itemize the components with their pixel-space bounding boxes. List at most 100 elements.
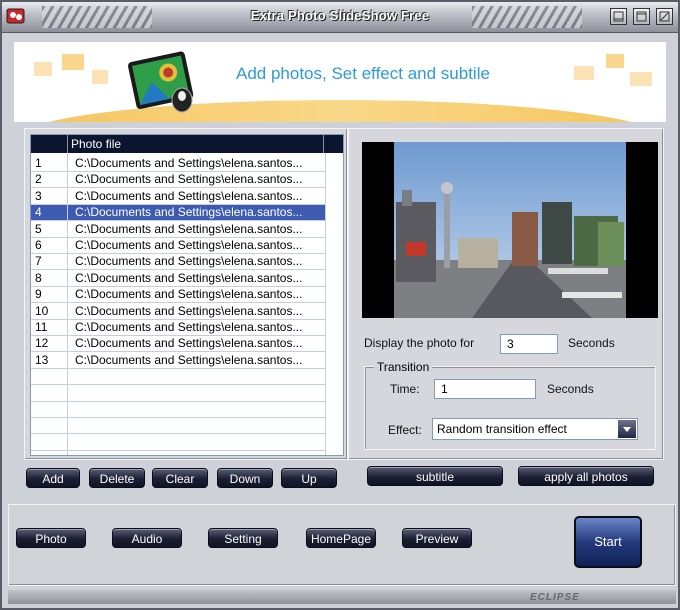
table-row[interactable]: 1 C:\Documents and Settings\elena.santos.…	[31, 155, 343, 171]
row-file-path: C:\Documents and Settings\elena.santos..…	[75, 205, 303, 220]
row-file-path: C:\Documents and Settings\elena.santos..…	[75, 320, 303, 334]
grid-line	[31, 203, 343, 205]
table-row[interactable]: 7 C:\Documents and Settings\elena.santos.…	[31, 253, 343, 269]
add-button-label: Add	[42, 472, 64, 486]
grid-line	[31, 302, 343, 304]
row-number: 1	[35, 156, 42, 170]
banner-headline: Add photos, Set effect and subtile	[236, 64, 490, 83]
banner-decor	[630, 72, 652, 86]
subtitle-button-label: subtitle	[415, 470, 455, 484]
row-number: 11	[35, 320, 48, 334]
photo-logo-icon	[127, 51, 194, 113]
transition-legend: Transition	[374, 360, 433, 374]
table-row[interactable]: 2 C:\Documents and Settings\elena.santos.…	[31, 171, 343, 187]
up-button-label: Up	[301, 472, 317, 486]
grid-line	[31, 236, 343, 238]
grid-line	[31, 220, 343, 222]
apply-all-photos-button[interactable]: apply all photos	[518, 466, 654, 486]
down-button[interactable]: Down	[217, 468, 273, 488]
banner-swoosh	[14, 100, 666, 122]
maximize-button[interactable]	[633, 8, 650, 25]
start-button-label: Start	[594, 534, 622, 549]
grid-line	[31, 253, 343, 254]
preview-image	[362, 142, 658, 318]
effect-select[interactable]: Random transition effect	[432, 418, 638, 440]
start-button[interactable]: Start	[574, 516, 642, 568]
setting-nav-label: Setting	[224, 532, 262, 546]
apply-all-photos-label: apply all photos	[544, 470, 628, 484]
grid-line	[31, 187, 343, 189]
add-button[interactable]: Add	[26, 468, 80, 488]
row-file-path: C:\Documents and Settings\elena.santos..…	[75, 254, 303, 269]
time-input[interactable]: 1	[434, 379, 536, 399]
table-row[interactable]: 9 C:\Documents and Settings\elena.santos.…	[31, 286, 343, 302]
audio-nav-button[interactable]: Audio	[112, 528, 182, 548]
table-row[interactable]: 13 C:\Documents and Settings\elena.santos…	[31, 352, 343, 368]
minimize-button[interactable]	[610, 8, 627, 25]
row-file-path: C:\Documents and Settings\elena.santos..…	[75, 287, 303, 302]
column-divider	[323, 135, 324, 153]
effect-label: Effect:	[388, 423, 422, 437]
audio-nav-label: Audio	[131, 532, 163, 546]
grid-line	[31, 171, 343, 172]
number-column-header[interactable]	[31, 135, 68, 153]
row-file-path: C:\Documents and Settings\elena.santos..…	[75, 221, 303, 236]
delete-button[interactable]: Delete	[89, 468, 145, 488]
title-bar[interactable]: Extra Photo SlideShow Free	[2, 2, 678, 33]
grid-line	[31, 285, 343, 287]
display-duration-unit: Seconds	[568, 336, 615, 350]
grid-line	[31, 335, 343, 336]
banner-decor	[34, 62, 52, 76]
grid-line	[31, 400, 343, 402]
table-row[interactable]: 6 C:\Documents and Settings\elena.santos.…	[31, 237, 343, 253]
row-number: 12	[35, 336, 49, 351]
photo-preview	[362, 142, 658, 318]
grid-line	[31, 351, 343, 353]
photo-list-header: Photo file	[31, 135, 343, 153]
table-row[interactable]: 8 C:\Documents and Settings\elena.santos.…	[31, 270, 343, 286]
clear-button[interactable]: Clear	[152, 468, 208, 488]
row-number: 7	[35, 254, 42, 269]
photo-nav-button[interactable]: Photo	[16, 528, 86, 548]
table-row[interactable]: 10 C:\Documents and Settings\elena.santos…	[31, 303, 343, 319]
banner-decor	[92, 70, 108, 84]
eclipse-brand-text: ECLIPSE	[530, 592, 580, 603]
row-file-path: C:\Documents and Settings\elena.santos..…	[75, 172, 303, 187]
grid-line	[31, 417, 343, 418]
row-number: 3	[35, 188, 42, 203]
clear-button-label: Clear	[165, 472, 195, 486]
photo-file-column-header[interactable]: Photo file	[71, 137, 121, 151]
table-row[interactable]: 11 C:\Documents and Settings\elena.santos…	[31, 319, 343, 335]
maximize-icon	[636, 11, 647, 22]
setting-nav-button[interactable]: Setting	[208, 528, 278, 548]
grid-line	[325, 153, 326, 455]
photo-list[interactable]: Photo file 1 C:\Documents and Settings\el…	[30, 134, 344, 456]
homepage-nav-button[interactable]: HomePage	[306, 528, 376, 548]
window-title: Extra Photo SlideShow Free	[250, 8, 430, 23]
dropdown-arrow-button[interactable]	[618, 420, 636, 438]
row-number: 8	[35, 270, 42, 285]
banner-decor	[606, 54, 624, 68]
row-file-path: C:\Documents and Settings\elena.santos..…	[75, 303, 303, 318]
row-number: 10	[35, 303, 49, 318]
row-number: 9	[35, 287, 42, 302]
table-row[interactable]: 3 C:\Documents and Settings\elena.santos.…	[31, 188, 343, 204]
subtitle-button[interactable]: subtitle	[367, 466, 503, 486]
display-duration-input[interactable]: 3	[500, 334, 558, 354]
row-file-path: C:\Documents and Settings\elena.santos..…	[75, 270, 303, 285]
grid-line	[67, 153, 68, 455]
preview-nav-button[interactable]: Preview	[402, 528, 472, 548]
up-button[interactable]: Up	[281, 468, 337, 488]
display-duration-label: Display the photo for	[364, 336, 475, 350]
close-button[interactable]	[656, 8, 673, 25]
table-row[interactable]: 4 C:\Documents and Settings\elena.santos.…	[31, 204, 343, 221]
table-row[interactable]: 12 C:\Documents and Settings\elena.santos…	[31, 335, 343, 351]
banner-decor	[62, 54, 84, 70]
row-number: 13	[35, 352, 49, 367]
table-row[interactable]: 5 C:\Documents and Settings\elena.santos.…	[31, 221, 343, 237]
grid-line	[31, 384, 343, 386]
scrollbar-track[interactable]	[325, 153, 343, 455]
effect-select-value: Random transition effect	[437, 422, 567, 436]
header-banner: Add photos, Set effect and subtile	[14, 42, 666, 122]
grid-line	[31, 318, 343, 320]
